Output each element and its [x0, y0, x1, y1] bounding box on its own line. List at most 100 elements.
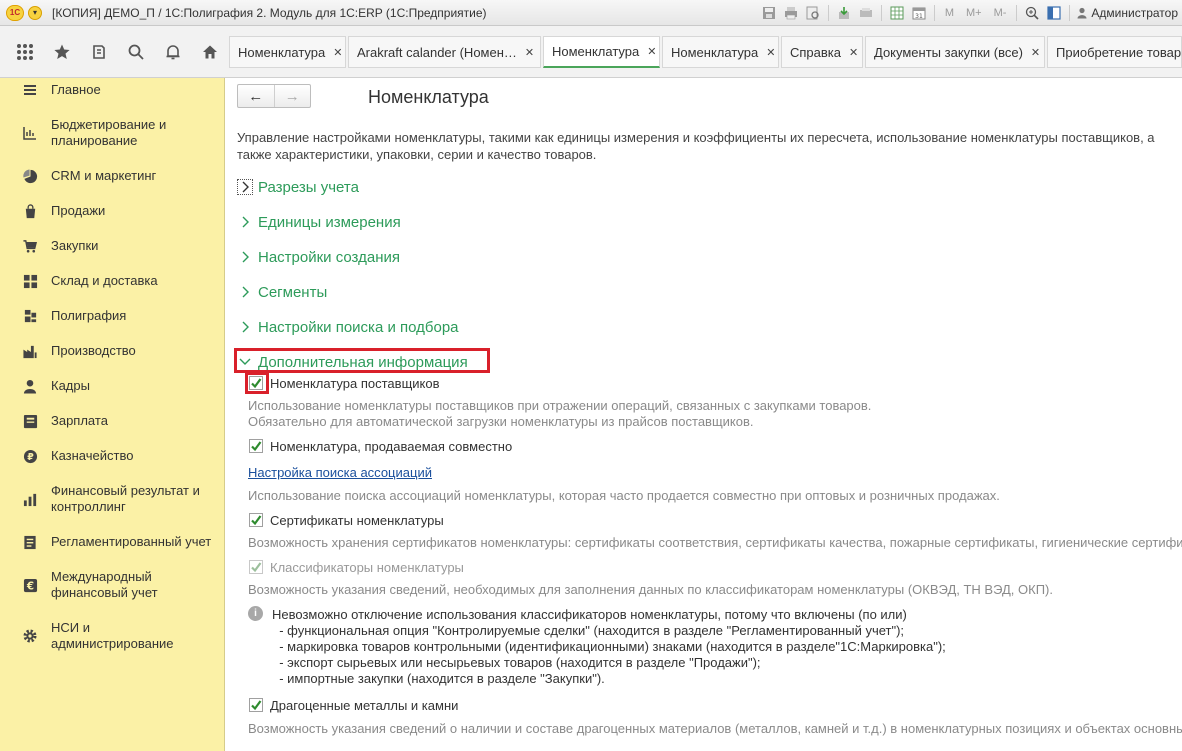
tab-nomenclature-active[interactable]: Номенклатура ✕ [543, 36, 660, 68]
sidebar-item-label: Зарплата [51, 413, 108, 428]
back-button[interactable]: ← [238, 85, 274, 107]
tab-close-icon[interactable]: ✕ [525, 46, 534, 59]
info-line: - функциональная опция "Контролируемые с… [272, 623, 905, 638]
page-title: Номенклатура [368, 87, 489, 107]
sidebar-item-sales[interactable]: Продажи [0, 202, 224, 220]
sidebar-item-label: Склад и доставка [51, 273, 158, 288]
tab-purchase-docs[interactable]: Документы закупки (все) ✕ [865, 36, 1045, 68]
memory-plus-button[interactable]: M+ [963, 5, 985, 21]
tab-help[interactable]: Справка ✕ [781, 36, 863, 68]
sidebar-item-warehouse[interactable]: Склад и доставка [0, 272, 224, 290]
sidebar-item-nsi-admin[interactable]: НСИ и администрирование [0, 619, 224, 653]
report-icon [22, 534, 38, 550]
tab-close-icon[interactable]: ✕ [849, 46, 858, 59]
section-accounting-dimensions[interactable]: Разрезы учета [237, 176, 359, 198]
home-icon[interactable] [191, 26, 228, 78]
sidebar-item-purchases[interactable]: Закупки [0, 237, 224, 255]
chart-icon [22, 491, 38, 507]
option-precious-metals[interactable]: Драгоценные металлы и камни [249, 696, 458, 714]
print-icon[interactable] [783, 5, 799, 21]
sidebar-item-label: CRM и маркетинг [51, 168, 157, 183]
sidebar-item-label: Кадры [51, 378, 90, 393]
sidebar-item-financial-result[interactable]: Финансовый результат и контроллинг [0, 482, 224, 516]
window-title: [КОПИЯ] ДЕМО_П / 1С:Полиграфия 2. Модуль… [52, 5, 487, 20]
association-search-settings-link[interactable]: Настройка поиска ассоциаций [248, 465, 432, 480]
section-segments[interactable]: Сегменты [237, 281, 327, 303]
apps-grid-icon[interactable] [6, 26, 43, 78]
preview-icon[interactable] [805, 5, 821, 21]
scan-icon[interactable] [858, 5, 874, 21]
tab-label: Справка [790, 44, 841, 60]
sidebar-item-printing[interactable]: Полиграфия [0, 307, 224, 325]
menu-icon [22, 82, 38, 98]
search-icon[interactable] [117, 26, 154, 78]
option-label: Номенклатура, продаваемая совместно [270, 438, 513, 454]
budget-icon [22, 125, 38, 141]
notifications-bell-icon[interactable] [154, 26, 191, 78]
memory-button[interactable]: M [942, 5, 957, 21]
sidebar-item-salary[interactable]: Зарплата [0, 412, 224, 430]
classifiers-checkbox[interactable] [249, 560, 263, 574]
info-line: - импортные закупки (находится в разделе… [272, 671, 605, 686]
tab-close-icon[interactable]: ✕ [766, 46, 775, 59]
section-label: Разрезы учета [258, 178, 359, 196]
sidebar-item-international[interactable]: € Международный финансовый учет [0, 568, 224, 602]
sidebar-item-main[interactable]: Главное [0, 81, 224, 99]
option-classifiers[interactable]: Классификаторы номенклатуры [249, 558, 464, 576]
tab-label: Приобретение товаров [1056, 44, 1182, 60]
history-icon[interactable] [80, 26, 117, 78]
section-search-settings[interactable]: Настройки поиска и подбора [237, 316, 459, 338]
sidebar-item-label: Финансовый результат и контроллинг [51, 483, 200, 514]
sidebar-item-treasury[interactable]: ₽ Казначейство [0, 447, 224, 465]
sidebar-item-label: Закупки [51, 238, 99, 253]
page-description: Управление настройками номенклатуры, так… [237, 130, 1155, 162]
option-hint: Использование поиска ассоциаций номенкла… [248, 488, 1000, 503]
forward-button[interactable]: → [273, 85, 311, 107]
tab-close-icon[interactable]: ✕ [333, 46, 342, 59]
main-content: ← → Номенклатура Управление настройками … [226, 78, 1182, 751]
cart-icon [22, 238, 38, 254]
section-label: Настройки создания [258, 248, 400, 266]
sold-together-checkbox[interactable] [249, 439, 263, 453]
sidebar-item-hr[interactable]: Кадры [0, 377, 224, 395]
tab-goods-purchase[interactable]: Приобретение товаров [1047, 36, 1182, 68]
calendar-icon[interactable]: 31 [911, 5, 927, 21]
option-hint: Использование номенклатуры поставщиков п… [248, 398, 872, 413]
option-sold-together[interactable]: Номенклатура, продаваемая совместно [249, 437, 512, 455]
user-name[interactable]: Администратор [1091, 6, 1178, 20]
section-creation-settings[interactable]: Настройки создания [237, 246, 400, 268]
warehouse-icon [22, 273, 38, 289]
tab-nomenclature-1[interactable]: Номенклатура ✕ [229, 36, 346, 68]
tab-close-icon[interactable]: ✕ [647, 45, 656, 58]
option-hint: Возможность указания сведений о наличии … [248, 721, 1182, 736]
tab-arakraft[interactable]: Arakraft calander (Номен… ✕ [348, 36, 541, 68]
save-icon[interactable] [761, 5, 777, 21]
attach-icon[interactable] [836, 5, 852, 21]
sidebar-item-production[interactable]: Производство [0, 342, 224, 360]
certificates-checkbox[interactable] [249, 513, 263, 527]
tab-nomenclature-3[interactable]: Номенклатура ✕ [662, 36, 779, 68]
panels-icon[interactable] [1046, 5, 1062, 21]
memory-minus-button[interactable]: M- [991, 5, 1010, 21]
info-line: - маркировка товаров контрольными (идент… [272, 639, 946, 654]
option-suppliers-nomenclature[interactable]: Номенклатура поставщиков [249, 374, 440, 392]
salary-icon [22, 413, 38, 429]
favorites-star-icon[interactable] [43, 26, 80, 78]
euro-icon: € [22, 577, 38, 593]
zoom-icon[interactable] [1024, 5, 1040, 21]
sidebar-item-crm[interactable]: CRM и маркетинг [0, 167, 224, 185]
main-menu-chevron-down-icon[interactable]: ▾ [28, 5, 42, 20]
tab-label: Номенклатура [552, 44, 640, 59]
info-line: - экспорт сырьевых или несырьевых товаро… [272, 655, 761, 670]
precious-metals-checkbox[interactable] [249, 698, 263, 712]
factory-icon [22, 343, 38, 359]
sidebar-item-regulated[interactable]: Регламентированный учет [0, 533, 224, 551]
option-label: Драгоценные металлы и камни [270, 697, 459, 713]
section-units[interactable]: Единицы измерения [237, 211, 401, 233]
tab-close-icon[interactable]: ✕ [1031, 46, 1040, 59]
suppliers-checkbox[interactable] [249, 376, 263, 390]
printing-icon [22, 308, 38, 324]
option-certificates[interactable]: Сертификаты номенклатуры [249, 511, 444, 529]
sidebar-item-budget[interactable]: Бюджетирование и планирование [0, 116, 224, 150]
spreadsheet-icon[interactable] [889, 5, 905, 21]
